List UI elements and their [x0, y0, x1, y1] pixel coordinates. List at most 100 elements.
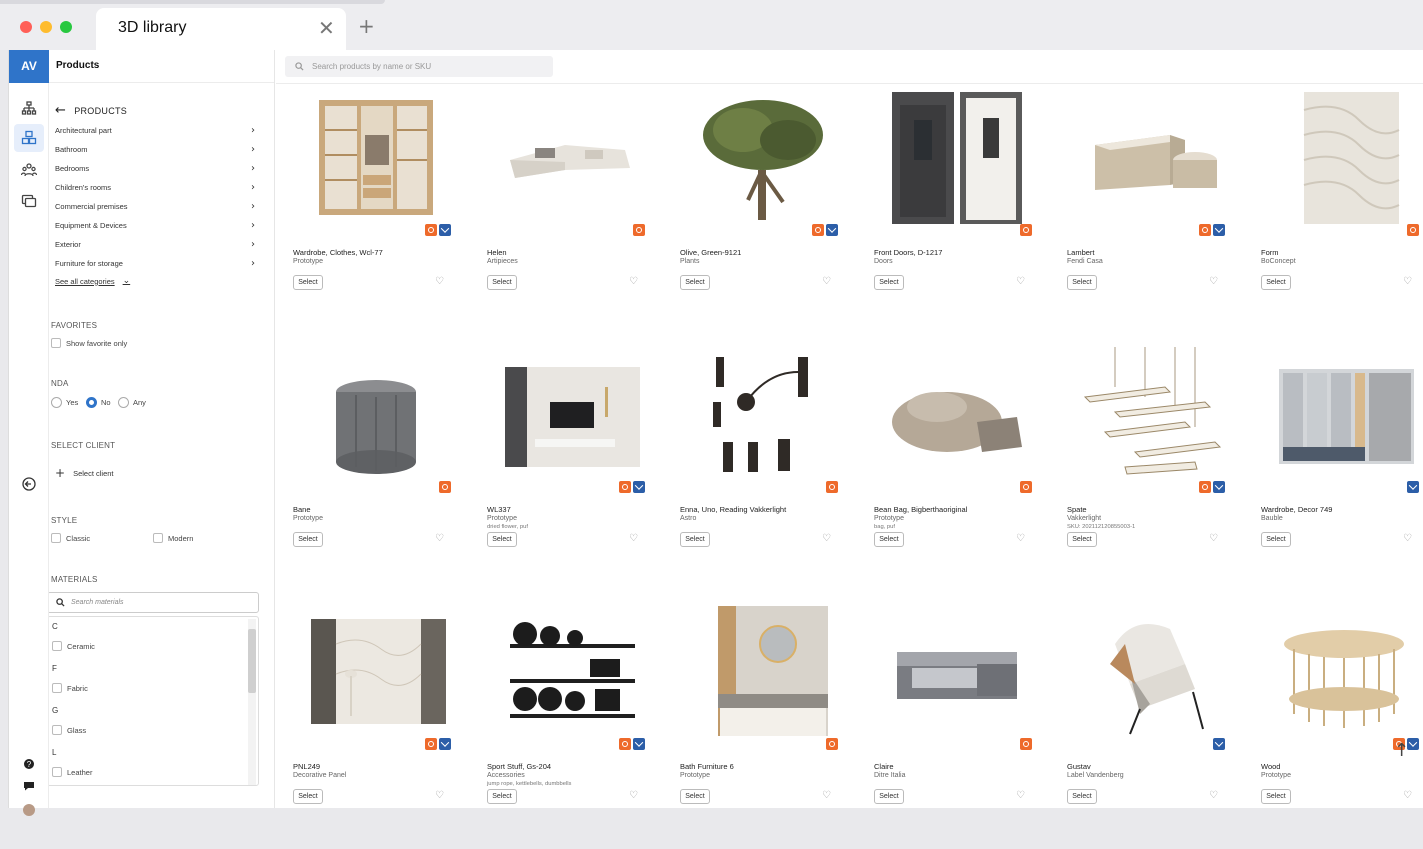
product-search-input[interactable]: Search products by name or SKU	[285, 56, 553, 77]
heart-icon[interactable]: ♡	[1209, 276, 1218, 287]
product-card[interactable]: Helen Artipieces Select ♡	[487, 90, 649, 335]
heart-icon[interactable]: ♡	[629, 790, 638, 801]
product-image[interactable]	[882, 604, 1032, 739]
category-item[interactable]: Bathroom ›	[55, 140, 255, 159]
projects-icon[interactable]	[14, 187, 44, 215]
product-name[interactable]: Wood	[1261, 762, 1280, 771]
select-client-button[interactable]: + Select client	[55, 466, 114, 480]
product-name[interactable]: Sport Stuff, Gs-204	[487, 762, 551, 771]
select-button[interactable]: Select	[1067, 532, 1097, 547]
product-image[interactable]	[688, 604, 838, 739]
select-button[interactable]: Select	[487, 275, 517, 290]
heart-icon[interactable]: ♡	[1209, 790, 1218, 801]
product-card[interactable]: Lambert Fendi Casa Select ♡	[1067, 90, 1229, 335]
cubes-icon[interactable]	[14, 124, 44, 152]
product-name[interactable]: WL337	[487, 505, 511, 514]
heart-icon[interactable]: ♡	[1403, 790, 1412, 801]
window-close-button[interactable]	[20, 21, 32, 33]
select-button[interactable]: Select	[874, 275, 904, 290]
new-tab-icon[interactable]: +	[358, 14, 375, 38]
nda-radio-yes[interactable]: Yes	[51, 397, 78, 408]
heart-icon[interactable]: ♡	[629, 276, 638, 287]
product-card[interactable]: Bane Prototype Select ♡	[293, 347, 455, 592]
product-name[interactable]: Bath Furniture 6	[680, 762, 734, 771]
category-item[interactable]: Architectural part ›	[55, 121, 255, 140]
materials-scrollbar[interactable]	[248, 619, 256, 785]
window-maximize-button[interactable]	[60, 21, 72, 33]
heart-icon[interactable]: ♡	[435, 276, 444, 287]
see-all-categories-link[interactable]: See all categories ⌄	[55, 276, 130, 286]
select-button[interactable]: Select	[680, 532, 710, 547]
product-name[interactable]: Bean Bag, Bigberthaoriginal	[874, 505, 967, 514]
users-icon[interactable]	[14, 156, 44, 184]
select-button[interactable]: Select	[293, 532, 323, 547]
tab-close-icon[interactable]: ✕	[318, 16, 335, 40]
category-item[interactable]: Exterior ›	[55, 235, 255, 254]
product-image[interactable]	[688, 90, 838, 225]
nda-radio-no[interactable]: No	[86, 397, 111, 408]
heart-icon[interactable]: ♡	[629, 533, 638, 544]
scroll-to-top-icon[interactable]: ↑	[1394, 740, 1409, 761]
product-name[interactable]: Olive, Green-9121	[680, 248, 741, 257]
style-classic-checkbox[interactable]: Classic	[51, 533, 90, 543]
product-image[interactable]	[301, 604, 451, 739]
show-favorite-checkbox[interactable]: Show favorite only	[51, 338, 127, 348]
heart-icon[interactable]: ♡	[1403, 533, 1412, 544]
product-image[interactable]	[882, 347, 1032, 482]
select-button[interactable]: Select	[1261, 275, 1291, 290]
product-image[interactable]	[1269, 604, 1419, 739]
materials-search-input[interactable]: Search materials	[49, 592, 259, 613]
scrollbar-thumb[interactable]	[248, 629, 256, 693]
avatar[interactable]	[14, 794, 44, 822]
product-image[interactable]	[1269, 347, 1419, 482]
heart-icon[interactable]: ♡	[822, 533, 831, 544]
heart-icon[interactable]: ♡	[1016, 790, 1025, 801]
product-image[interactable]	[495, 347, 645, 482]
product-card[interactable]: Sport Stuff, Gs-204 Accessories jump rope,…	[487, 604, 649, 849]
product-card[interactable]: Gustav Label Vandenberg Select ♡	[1067, 604, 1229, 849]
product-name[interactable]: Form	[1261, 248, 1279, 257]
select-button[interactable]: Select	[680, 789, 710, 804]
material-checkbox-glass[interactable]: Glass	[52, 725, 86, 735]
style-modern-checkbox[interactable]: Modern	[153, 533, 193, 543]
select-button[interactable]: Select	[293, 789, 323, 804]
heart-icon[interactable]: ♡	[1403, 276, 1412, 287]
product-card[interactable]: Bean Bag, Bigberthaoriginal Prototype bag,…	[874, 347, 1036, 592]
heart-icon[interactable]: ♡	[1016, 276, 1025, 287]
category-item[interactable]: Children's rooms ›	[55, 178, 255, 197]
product-card[interactable]: PNL249 Decorative Panel Select ♡	[293, 604, 455, 849]
select-button[interactable]: Select	[487, 789, 517, 804]
sitemap-icon[interactable]	[14, 95, 44, 123]
nda-radio-any[interactable]: Any	[118, 397, 146, 408]
product-name[interactable]: Helen	[487, 248, 507, 257]
product-card[interactable]: Wardrobe, Decor 749 Bauble Select ♡	[1261, 347, 1423, 592]
heart-icon[interactable]: ♡	[1209, 533, 1218, 544]
product-name[interactable]: Spate	[1067, 505, 1087, 514]
select-button[interactable]: Select	[1067, 789, 1097, 804]
product-card[interactable]: Spate Vakkerlight SKU: 202112120855003-1 Se…	[1067, 347, 1229, 592]
product-card[interactable]: Claire Ditre Italia Select ♡	[874, 604, 1036, 849]
materials-list[interactable]: C Ceramic F Fabric G Glass L Leather	[49, 616, 259, 786]
select-button[interactable]: Select	[874, 789, 904, 804]
product-card[interactable]: Bath Furniture 6 Prototype Select ♡	[680, 604, 842, 849]
product-card[interactable]: Form BoConcept Select ♡	[1261, 90, 1423, 335]
back-to-products-button[interactable]: ← PRODUCTS	[55, 103, 127, 118]
material-checkbox-fabric[interactable]: Fabric	[52, 683, 88, 693]
browser-tab[interactable]: 3D library ✕	[96, 8, 346, 50]
category-item[interactable]: Equipment & Devices ›	[55, 216, 255, 235]
product-image[interactable]	[1075, 604, 1225, 739]
product-image[interactable]	[495, 90, 645, 225]
product-name[interactable]: Wardrobe, Decor 749	[1261, 505, 1332, 514]
select-button[interactable]: Select	[1261, 532, 1291, 547]
select-button[interactable]: Select	[874, 532, 904, 547]
product-name[interactable]: Bane	[293, 505, 311, 514]
select-button[interactable]: Select	[487, 532, 517, 547]
product-name[interactable]: PNL249	[293, 762, 320, 771]
heart-icon[interactable]: ♡	[822, 276, 831, 287]
product-name[interactable]: Enna, Uno, Reading Vakkerlight	[680, 505, 786, 514]
product-card[interactable]: Wood Prototype Select ♡	[1261, 604, 1423, 849]
product-image[interactable]	[688, 347, 838, 482]
material-checkbox-leather[interactable]: Leather	[52, 767, 92, 777]
product-image[interactable]	[301, 90, 451, 225]
product-card[interactable]: Enna, Uno, Reading Vakkerlight Astro Selec…	[680, 347, 842, 592]
